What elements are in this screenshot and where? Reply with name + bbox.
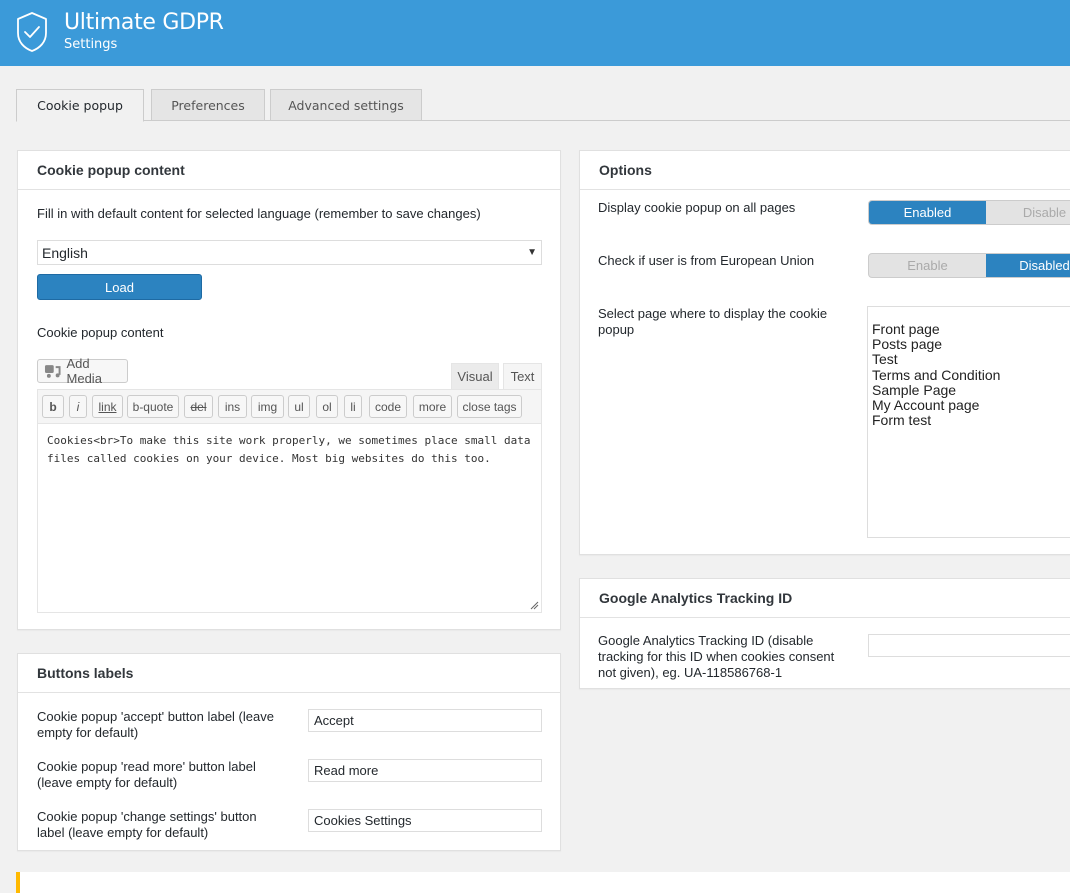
cookie-content-card: Cookie popup content Fill in with defaul… — [17, 150, 561, 630]
qt-bold-button[interactable]: b — [42, 395, 64, 418]
qt-img-button[interactable]: img — [251, 395, 284, 418]
qt-close-tags-button[interactable]: close tags — [457, 395, 522, 418]
tab-cookie-popup[interactable]: Cookie popup — [16, 89, 144, 122]
app-header: Ultimate GDPR Settings — [0, 0, 1070, 66]
eu-check-enable-option[interactable]: Enable — [869, 254, 986, 277]
qt-bquote-button[interactable]: b-quote — [127, 395, 179, 418]
analytics-card: Google Analytics Tracking ID Google Anal… — [579, 578, 1070, 689]
cookie-content-text: Cookies<br>To make this site work proper… — [47, 434, 531, 465]
display-all-toggle[interactable]: Enabled Disable — [868, 200, 1070, 225]
page-option[interactable]: Front page — [872, 321, 1070, 337]
qt-del-button[interactable]: del — [184, 395, 213, 418]
qt-more-button[interactable]: more — [413, 395, 452, 418]
page-option[interactable]: Sample Page — [872, 382, 1070, 398]
add-media-label: Add Media — [66, 356, 102, 386]
change-settings-label-input[interactable]: Cookies Settings — [308, 809, 542, 832]
resize-handle-icon[interactable] — [530, 601, 539, 610]
tab-advanced-settings[interactable]: Advanced settings — [270, 89, 422, 121]
display-all-disable-option[interactable]: Disable — [986, 201, 1070, 224]
shield-check-icon — [17, 12, 47, 52]
cookie-content-textarea[interactable]: Cookies<br>To make this site work proper… — [37, 423, 542, 613]
page-select-listbox[interactable]: Front page Posts page Test Terms and Con… — [867, 306, 1070, 538]
read-more-label-input[interactable]: Read more — [308, 759, 542, 782]
settings-tabs: Cookie popup Preferences Advanced settin… — [16, 89, 1070, 122]
card-title: Cookie popup content — [18, 151, 560, 190]
page-option[interactable]: Posts page — [872, 337, 1070, 352]
notice-bar — [16, 872, 1070, 893]
accept-label-input[interactable]: Accept — [308, 709, 542, 732]
display-all-enabled-option[interactable]: Enabled — [869, 201, 986, 224]
page-select-label: Select page where to display the cookie … — [598, 306, 828, 337]
qt-ul-button[interactable]: ul — [288, 395, 310, 418]
language-select[interactable]: English ▼ — [37, 240, 542, 265]
accept-label-value: Accept — [314, 713, 354, 728]
qt-li-button[interactable]: li — [344, 395, 362, 418]
content-label: Cookie popup content — [37, 325, 164, 340]
read-more-label-value: Read more — [314, 763, 379, 778]
display-all-label: Display cookie popup on all pages — [598, 200, 796, 215]
card-title: Options — [580, 151, 1070, 190]
change-settings-label: Cookie popup 'change settings' button la… — [37, 809, 257, 840]
language-select-value: English — [42, 244, 88, 261]
load-button[interactable]: Load — [37, 274, 202, 300]
page-option[interactable]: Terms and Condition — [872, 367, 1070, 383]
chevron-down-icon: ▼ — [527, 247, 537, 258]
card-title: Buttons labels — [18, 654, 560, 693]
page-option[interactable]: Form test — [872, 413, 1070, 428]
qt-link-button[interactable]: link — [92, 395, 123, 418]
qt-code-button[interactable]: code — [369, 395, 407, 418]
qt-ins-button[interactable]: ins — [218, 395, 247, 418]
page-option[interactable]: Test — [872, 352, 1070, 367]
tab-preferences[interactable]: Preferences — [151, 89, 265, 121]
app-title: Ultimate GDPR — [64, 10, 224, 35]
editor-tab-text[interactable]: Text — [503, 363, 542, 389]
language-hint: Fill in with default content for selecte… — [37, 206, 481, 221]
analytics-label: Google Analytics Tracking ID (disable tr… — [598, 633, 835, 680]
app-subtitle: Settings — [64, 37, 118, 52]
add-media-button[interactable]: Add Media — [37, 356, 128, 386]
read-more-label: Cookie popup 'read more' button label (l… — [37, 759, 256, 790]
media-icon — [44, 365, 61, 378]
eu-check-disabled-option[interactable]: Disabled — [986, 254, 1070, 277]
quicktags-toolbar: b i link b-quote del ins img ul ol li co… — [37, 389, 542, 423]
card-title: Google Analytics Tracking ID — [580, 579, 1070, 618]
analytics-id-input[interactable] — [868, 634, 1070, 657]
eu-check-toggle[interactable]: Enable Disabled — [868, 253, 1070, 278]
change-settings-label-value: Cookies Settings — [314, 813, 412, 828]
qt-ol-button[interactable]: ol — [316, 395, 338, 418]
accept-label: Cookie popup 'accept' button label (leav… — [37, 709, 274, 740]
editor-tab-visual[interactable]: Visual — [451, 363, 499, 389]
page-option[interactable]: My Account page — [872, 397, 1070, 413]
eu-check-label: Check if user is from European Union — [598, 253, 815, 268]
buttons-labels-card: Buttons labels Cookie popup 'accept' but… — [17, 653, 561, 851]
options-card: Options Display cookie popup on all page… — [579, 150, 1070, 555]
qt-italic-button[interactable]: i — [69, 395, 87, 418]
